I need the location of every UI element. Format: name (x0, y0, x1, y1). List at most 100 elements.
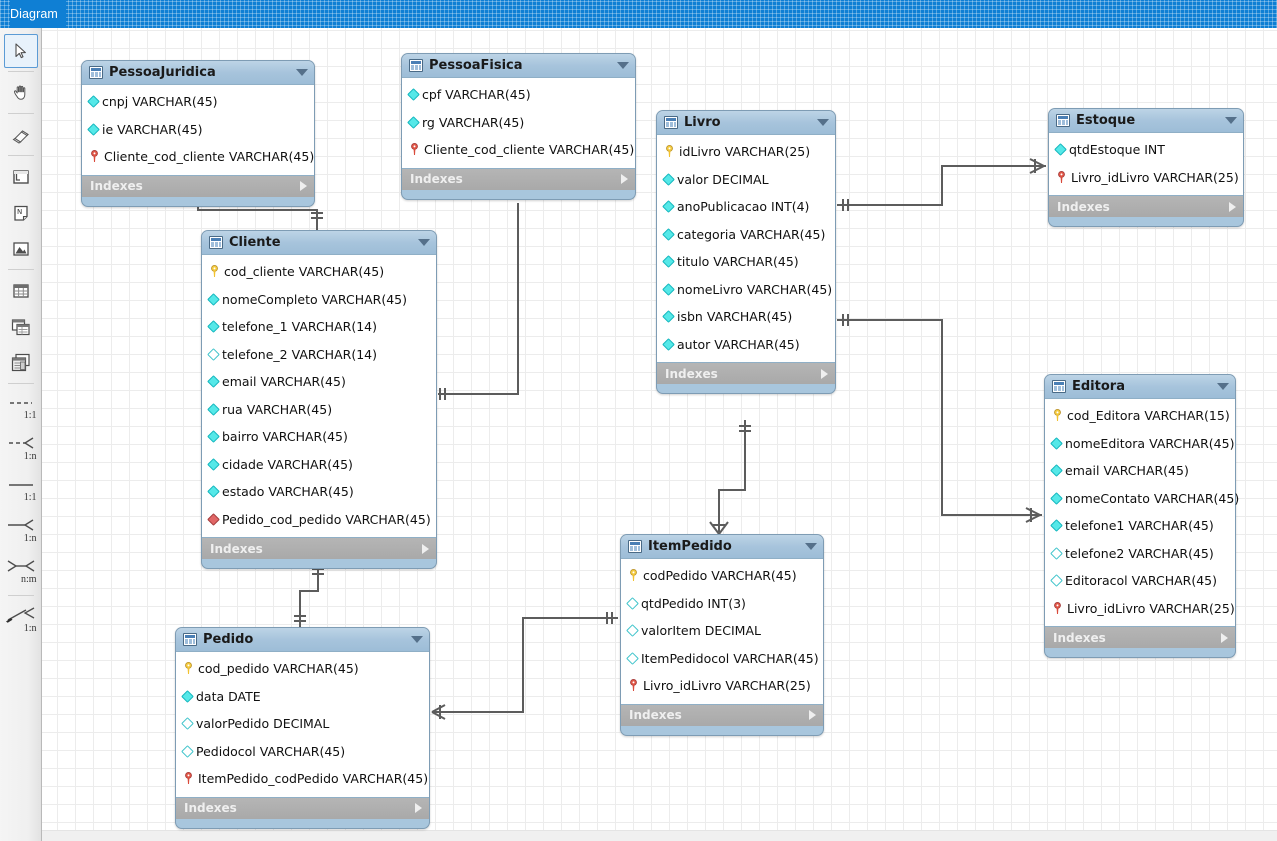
expand-arrow-icon[interactable] (821, 368, 828, 379)
indexes-section[interactable]: Indexes (202, 538, 436, 559)
table-header[interactable]: Pedido (176, 628, 429, 651)
table-column[interactable]: estado VARCHAR(45) (202, 478, 436, 506)
expand-arrow-icon[interactable] (422, 543, 429, 554)
pointer-tool[interactable] (3, 34, 38, 68)
indexes-section[interactable]: Indexes (657, 363, 835, 384)
new-routine-group-tool[interactable] (4, 346, 38, 380)
table-column[interactable]: telefone_2 VARCHAR(14) (202, 341, 436, 369)
table-column[interactable]: codPedido VARCHAR(45) (621, 562, 823, 590)
table-column[interactable]: Livro_idLivro VARCHAR(25) (621, 672, 823, 700)
table-column[interactable]: ie VARCHAR(45) (82, 116, 314, 144)
table-header[interactable]: ItemPedido (621, 535, 823, 558)
eraser-tool[interactable] (4, 118, 38, 152)
table-column[interactable]: cidade VARCHAR(45) (202, 451, 436, 479)
image-tool[interactable] (4, 232, 38, 266)
table-column[interactable]: cod_Editora VARCHAR(15) (1045, 402, 1235, 430)
table-column[interactable]: nomeContato VARCHAR(45) (1045, 485, 1239, 513)
table-itempedido[interactable]: ItemPedido codPedido VARCHAR(45) qtdPedi… (620, 534, 824, 736)
table-estoque[interactable]: Estoque qtdEstoque INT Livro_idLivro VAR… (1048, 108, 1244, 227)
table-header[interactable]: Cliente (202, 231, 436, 254)
table-column[interactable]: Editoracol VARCHAR(45) (1045, 567, 1235, 595)
rel-1-1-identifying-dashed-tool[interactable]: 1:1 (2, 388, 40, 428)
table-header[interactable]: Editora (1045, 375, 1235, 398)
table-header[interactable]: PessoaJuridica (82, 61, 314, 84)
table-column[interactable]: email VARCHAR(45) (202, 368, 436, 396)
layer-tool[interactable] (4, 160, 38, 194)
table-column[interactable]: nomeCompleto VARCHAR(45) (202, 286, 436, 314)
table-pessoajuridica[interactable]: PessoaJuridica cnpj VARCHAR(45) ie VARCH… (81, 60, 315, 207)
hand-tool[interactable] (4, 76, 38, 110)
new-table-tool[interactable] (4, 274, 38, 308)
table-column[interactable]: rg VARCHAR(45) (402, 109, 635, 137)
indexes-section[interactable]: Indexes (402, 168, 635, 190)
table-cliente[interactable]: Cliente cod_cliente VARCHAR(45) nomeComp… (201, 230, 437, 569)
chevron-down-icon[interactable] (617, 62, 629, 69)
table-column[interactable]: qtdPedido INT(3) (621, 590, 823, 618)
expand-arrow-icon[interactable] (621, 174, 628, 184)
chevron-down-icon[interactable] (805, 543, 817, 550)
rel-n-m-solid-tool[interactable]: n:m (2, 552, 40, 592)
table-column[interactable]: anoPublicacao INT(4) (657, 193, 835, 221)
diagram-canvas[interactable]: PessoaJuridica cnpj VARCHAR(45) ie VARCH… (42, 28, 1277, 841)
table-column[interactable]: idLivro VARCHAR(25) (657, 138, 835, 166)
chevron-down-icon[interactable] (296, 69, 308, 76)
table-column[interactable]: ItemPedido_codPedido VARCHAR(45) (176, 765, 429, 793)
expand-arrow-icon[interactable] (300, 181, 307, 191)
table-column[interactable]: bairro VARCHAR(45) (202, 423, 436, 451)
table-column[interactable]: nomeEditora VARCHAR(45) (1045, 430, 1235, 458)
table-column[interactable]: ItemPedidocol VARCHAR(45) (621, 645, 823, 673)
table-pedido[interactable]: Pedido cod_pedido VARCHAR(45) data DATE … (175, 627, 430, 829)
indexes-section[interactable]: Indexes (82, 175, 314, 197)
table-column[interactable]: telefone2 VARCHAR(45) (1045, 540, 1235, 568)
table-column[interactable]: cnpj VARCHAR(45) (82, 88, 314, 116)
note-tool[interactable]: N (4, 196, 38, 230)
table-column[interactable]: valorPedido DECIMAL (176, 710, 429, 738)
table-header[interactable]: Livro (657, 111, 835, 134)
expand-arrow-icon[interactable] (1221, 632, 1228, 643)
table-column[interactable]: Pedidocol VARCHAR(45) (176, 738, 429, 766)
indexes-section[interactable]: Indexes (1049, 196, 1243, 217)
rel-1-1-solid-tool[interactable]: 1:1 (2, 470, 40, 510)
indexes-section[interactable]: Indexes (1045, 627, 1235, 648)
table-header[interactable]: Estoque (1049, 109, 1243, 132)
table-column[interactable]: data DATE (176, 683, 429, 711)
table-column[interactable]: cpf VARCHAR(45) (402, 81, 635, 109)
table-column[interactable]: nomeLivro VARCHAR(45) (657, 276, 835, 304)
table-column[interactable]: isbn VARCHAR(45) (657, 303, 835, 331)
table-column[interactable]: email VARCHAR(45) (1045, 457, 1235, 485)
indexes-section[interactable]: Indexes (176, 797, 429, 819)
chevron-down-icon[interactable] (411, 636, 423, 643)
table-column[interactable]: telefone1 VARCHAR(45) (1045, 512, 1235, 540)
chevron-down-icon[interactable] (817, 119, 829, 126)
table-column[interactable]: Pedido_cod_pedido VARCHAR(45) (202, 506, 436, 534)
table-column[interactable]: valor DECIMAL (657, 166, 835, 194)
expand-arrow-icon[interactable] (415, 803, 422, 813)
table-column[interactable]: cod_pedido VARCHAR(45) (176, 655, 429, 683)
rel-1-n-solid-tool[interactable]: 1:n (2, 511, 40, 551)
table-column[interactable]: autor VARCHAR(45) (657, 331, 835, 359)
table-editora[interactable]: Editora cod_Editora VARCHAR(15) nomeEdit… (1044, 374, 1239, 658)
table-column[interactable]: categoria VARCHAR(45) (657, 221, 835, 249)
chevron-down-icon[interactable] (1225, 117, 1237, 124)
table-column[interactable]: Cliente_cod_cliente VARCHAR(45) (82, 143, 314, 171)
table-column[interactable]: Livro_idLivro VARCHAR(25) (1049, 164, 1243, 192)
table-column[interactable]: valorItem DECIMAL (621, 617, 823, 645)
rel-1-n-identifying-dashed-tool[interactable]: 1:n (2, 429, 40, 469)
chevron-down-icon[interactable] (418, 239, 430, 246)
table-pessoafisica[interactable]: PessoaFisica cpf VARCHAR(45) rg VARCHAR(… (401, 53, 636, 200)
table-column[interactable]: rua VARCHAR(45) (202, 396, 436, 424)
expand-arrow-icon[interactable] (809, 710, 816, 720)
rel-pick-1-n-tool[interactable]: 1:n (2, 600, 40, 640)
chevron-down-icon[interactable] (1217, 383, 1229, 390)
expand-arrow-icon[interactable] (1229, 201, 1236, 212)
table-column[interactable]: titulo VARCHAR(45) (657, 248, 835, 276)
table-column[interactable]: qtdEstoque INT (1049, 136, 1243, 164)
table-livro[interactable]: Livro idLivro VARCHAR(25) valor DECIMAL … (656, 110, 836, 394)
table-header[interactable]: PessoaFisica (402, 54, 635, 77)
table-column[interactable]: Cliente_cod_cliente VARCHAR(45) (402, 136, 635, 164)
new-view-tool[interactable] (4, 310, 38, 344)
table-column[interactable]: cod_cliente VARCHAR(45) (202, 258, 436, 286)
table-column[interactable]: telefone_1 VARCHAR(14) (202, 313, 436, 341)
table-column[interactable]: Livro_idLivro VARCHAR(25) (1045, 595, 1235, 623)
indexes-section[interactable]: Indexes (621, 704, 823, 726)
